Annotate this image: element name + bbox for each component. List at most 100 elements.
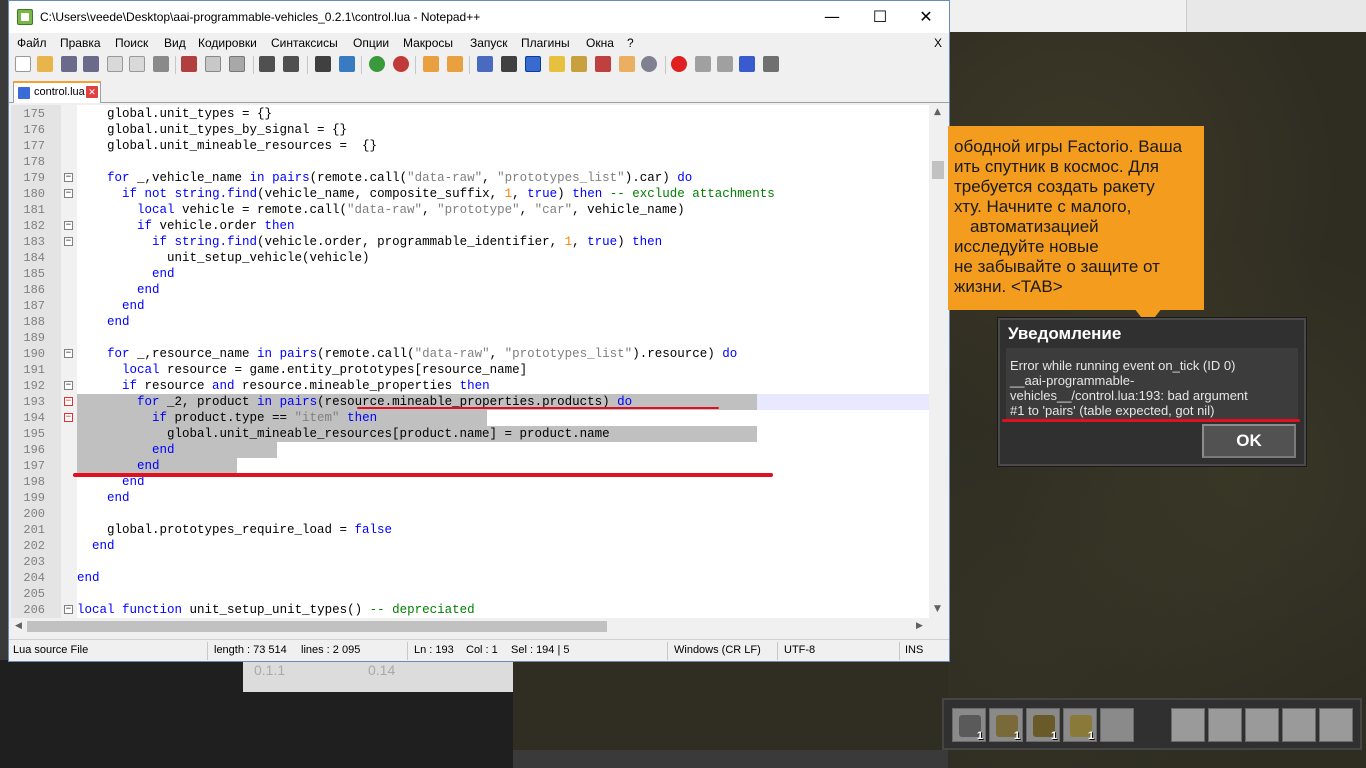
fold-toggle-icon[interactable]: −	[64, 381, 73, 390]
quickbar-slot[interactable]	[1171, 708, 1205, 742]
code-line[interactable]: if vehicle.order then	[77, 218, 947, 234]
code-line[interactable]: if not string.find(vehicle_name, composi…	[77, 186, 947, 202]
code-line[interactable]: if resource and resource.mineable_proper…	[77, 378, 947, 394]
code-line[interactable]: for _,resource_name in pairs(remote.call…	[77, 346, 947, 362]
replace-icon[interactable]	[339, 56, 355, 72]
scroll-left-arrow-icon[interactable]: ◀	[15, 621, 22, 631]
menu-plugins[interactable]: Плагины	[521, 36, 570, 50]
code-line[interactable]: local resource = game.entity_prototypes[…	[77, 362, 947, 378]
undo-icon[interactable]	[259, 56, 275, 72]
zoom-in-icon[interactable]	[369, 56, 385, 72]
code-line[interactable]: end	[77, 298, 947, 314]
code-line[interactable]: global.unit_mineable_resources[product.n…	[77, 426, 947, 442]
print-icon[interactable]	[153, 56, 169, 72]
maximize-button[interactable]: ☐	[857, 1, 903, 33]
code-line[interactable]	[77, 554, 947, 570]
fold-toggle-icon[interactable]: −	[64, 397, 73, 406]
title-bar[interactable]: C:\Users\veede\Desktop\aai-programmable-…	[9, 1, 949, 33]
code-line[interactable]: global.unit_mineable_resources = {}	[77, 138, 947, 154]
code-editor[interactable]: global.unit_types = {} global.unit_types_…	[11, 105, 947, 618]
horizontal-scrollbar[interactable]: ◀ ▶	[11, 618, 929, 635]
quickbar-slot[interactable]: 1	[1026, 708, 1060, 742]
stop-macro-icon[interactable]	[695, 56, 711, 72]
sync-vertical-icon[interactable]	[423, 56, 439, 72]
menu-settings[interactable]: Опции	[353, 36, 389, 50]
quickbar-slot[interactable]: 1	[952, 708, 986, 742]
tab-control-lua[interactable]: control.lua ✕	[13, 81, 101, 103]
fold-toggle-icon[interactable]: −	[64, 413, 73, 422]
menu-macro[interactable]: Макросы	[403, 36, 453, 50]
code-line[interactable]: if string.find(vehicle.order, programmab…	[77, 234, 947, 250]
vertical-scroll-thumb[interactable]	[932, 161, 944, 179]
close-file-icon[interactable]	[107, 56, 123, 72]
code-line[interactable]	[77, 154, 947, 170]
fold-toggle-icon[interactable]: −	[64, 189, 73, 198]
code-line[interactable]: end	[77, 458, 947, 474]
code-line[interactable]: end	[77, 282, 947, 298]
record-macro-icon[interactable]	[671, 56, 687, 72]
menu-window[interactable]: Окна	[586, 36, 614, 50]
code-line[interactable]: end	[77, 570, 947, 586]
code-line[interactable]: end	[77, 538, 947, 554]
run-macro-multiple-icon[interactable]	[739, 56, 755, 72]
scroll-up-arrow-icon[interactable]: ▲	[934, 107, 941, 117]
code-line[interactable]: local vehicle = remote.call("data-raw", …	[77, 202, 947, 218]
code-line[interactable]: end	[77, 442, 947, 458]
close-document-button[interactable]: X	[934, 36, 942, 50]
code-line[interactable]: end	[77, 490, 947, 506]
code-line[interactable]: for _,vehicle_name in pairs(remote.call(…	[77, 170, 947, 186]
monitoring-icon[interactable]	[641, 56, 657, 72]
show-all-chars-icon[interactable]	[501, 56, 517, 72]
code-line[interactable]: unit_setup_vehicle(vehicle)	[77, 250, 947, 266]
sync-horizontal-icon[interactable]	[447, 56, 463, 72]
fold-toggle-icon[interactable]: −	[64, 605, 73, 614]
fold-toggle-icon[interactable]: −	[64, 221, 73, 230]
close-all-icon[interactable]	[129, 56, 145, 72]
function-list-icon[interactable]	[595, 56, 611, 72]
fold-toggle-icon[interactable]: −	[64, 237, 73, 246]
quickbar-slot[interactable]	[1100, 708, 1134, 742]
quickbar-slot[interactable]	[1319, 708, 1353, 742]
quickbar-slot[interactable]	[1208, 708, 1242, 742]
folder-workspace-icon[interactable]	[619, 56, 635, 72]
menu-help[interactable]: ?	[627, 36, 634, 50]
save-all-icon[interactable]	[83, 56, 99, 72]
scroll-down-arrow-icon[interactable]: ▼	[934, 604, 941, 614]
redo-icon[interactable]	[283, 56, 299, 72]
menu-run[interactable]: Запуск	[470, 36, 508, 50]
code-line[interactable]: if product.type == "item" then	[77, 410, 947, 426]
word-wrap-icon[interactable]	[477, 56, 493, 72]
menu-search[interactable]: Поиск	[115, 36, 148, 50]
menu-encoding[interactable]: Кодировки	[198, 36, 257, 50]
code-line[interactable]	[77, 506, 947, 522]
save-icon[interactable]	[61, 56, 77, 72]
quickbar-slot[interactable]	[1282, 708, 1316, 742]
tab-close-icon[interactable]: ✕	[86, 86, 98, 98]
close-button[interactable]: ✕	[903, 1, 949, 33]
scroll-right-arrow-icon[interactable]: ▶	[916, 621, 923, 631]
doc-map-icon[interactable]	[571, 56, 587, 72]
code-area[interactable]: global.unit_types = {} global.unit_types_…	[73, 105, 929, 618]
fold-toggle-icon[interactable]: −	[64, 349, 73, 358]
code-line[interactable]: local function unit_setup_unit_types() -…	[77, 602, 947, 618]
ok-button[interactable]: OK	[1202, 424, 1296, 458]
menu-language[interactable]: Синтаксисы	[271, 36, 338, 50]
copy-icon[interactable]	[205, 56, 221, 72]
minimize-button[interactable]: —	[809, 1, 855, 33]
menu-view[interactable]: Вид	[164, 36, 186, 50]
paste-icon[interactable]	[229, 56, 245, 72]
code-line[interactable]: end	[77, 266, 947, 282]
cut-icon[interactable]	[181, 56, 197, 72]
user-language-icon[interactable]	[549, 56, 565, 72]
code-line[interactable]: end	[77, 314, 947, 330]
menu-file[interactable]: Файл	[17, 36, 47, 50]
code-line[interactable]: global.unit_types = {}	[77, 106, 947, 122]
open-file-icon[interactable]	[37, 56, 53, 72]
code-line[interactable]: global.unit_types_by_signal = {}	[77, 122, 947, 138]
quickbar-slot[interactable]	[1245, 708, 1279, 742]
zoom-out-icon[interactable]	[393, 56, 409, 72]
code-line[interactable]: global.prototypes_require_load = false	[77, 522, 947, 538]
vertical-scrollbar[interactable]: ▲ ▼	[929, 105, 947, 618]
fold-toggle-icon[interactable]: −	[64, 173, 73, 182]
find-icon[interactable]	[315, 56, 331, 72]
